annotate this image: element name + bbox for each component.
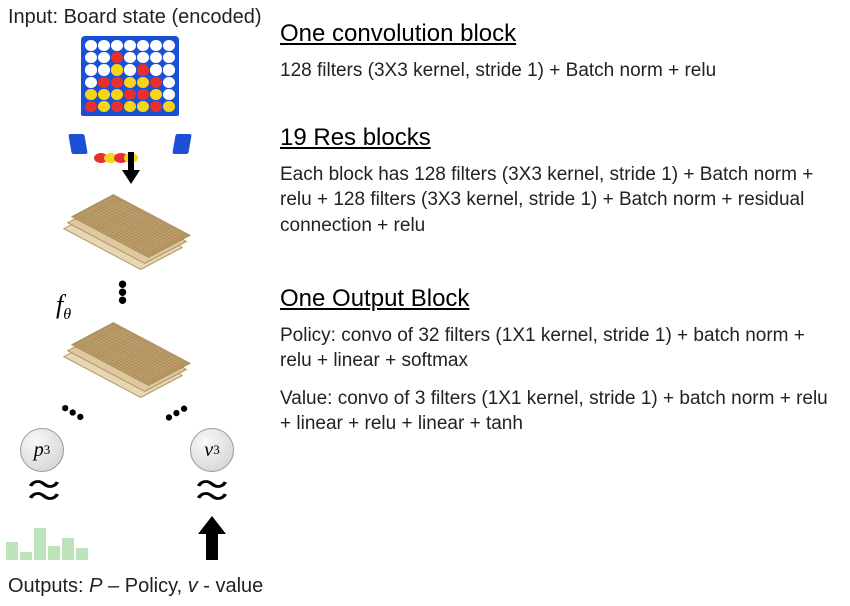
empty-slot <box>163 89 175 100</box>
empty-slot <box>124 40 136 51</box>
empty-slot <box>111 40 123 51</box>
red-chip <box>111 77 123 88</box>
empty-slot <box>163 64 175 75</box>
empty-slot <box>163 40 175 51</box>
connect-four-grid <box>81 36 179 116</box>
hist-bar <box>20 552 32 560</box>
empty-slot <box>137 40 149 51</box>
hist-bar <box>34 528 46 560</box>
conv-block-section: One convolution block 128 filters (3X3 k… <box>280 20 835 84</box>
board-leg <box>172 134 192 154</box>
output-block-section: One Output Block Policy: convo of 32 fil… <box>280 285 835 438</box>
yellow-chip <box>137 77 149 88</box>
yellow-chip <box>111 89 123 100</box>
empty-slot <box>124 52 136 63</box>
architecture-diagram: Input: Board state (encoded) fθ ••• <box>0 0 850 606</box>
yellow-chip <box>150 89 162 100</box>
wavy-icon: 〜〜 <box>28 480 59 504</box>
histogram-icon <box>6 520 88 560</box>
policy-node: p3 <box>20 428 64 472</box>
value-node: v3 <box>190 428 234 472</box>
red-chip <box>150 77 162 88</box>
empty-slot <box>98 64 110 75</box>
empty-slot <box>85 64 97 75</box>
red-chip <box>137 89 149 100</box>
empty-slot <box>85 40 97 51</box>
res-block-section: 19 Res blocks Each block has 128 filters… <box>280 124 835 239</box>
output-value-desc: Value: convo of 3 filters (1X1 kernel, s… <box>280 386 835 437</box>
wavy-icon: 〜〜 <box>196 480 227 504</box>
empty-slot <box>163 52 175 63</box>
empty-slot <box>150 64 162 75</box>
layer-stack-top <box>60 192 200 282</box>
empty-slot <box>85 52 97 63</box>
red-chip <box>137 64 149 75</box>
empty-slot <box>124 64 136 75</box>
empty-slot <box>137 52 149 63</box>
hist-bar <box>76 548 88 560</box>
connect-four-icon <box>60 36 200 146</box>
input-label: Input: Board state (encoded) <box>8 6 262 29</box>
empty-slot <box>98 52 110 63</box>
red-chip <box>111 101 123 112</box>
output-label: Outputs: P – Policy, v - value <box>8 575 263 598</box>
output-block-title: One Output Block <box>280 285 835 313</box>
red-chip <box>111 52 123 63</box>
hist-bar <box>6 542 18 560</box>
yellow-chip <box>163 101 175 112</box>
empty-slot <box>98 40 110 51</box>
empty-slot <box>85 77 97 88</box>
yellow-chip <box>124 101 136 112</box>
vertical-dots-icon: ••• <box>118 280 129 304</box>
res-block-desc: Each block has 128 filters (3X3 kernel, … <box>280 162 835 239</box>
res-block-title: 19 Res blocks <box>280 124 835 152</box>
board-leg <box>68 134 88 154</box>
output-policy-desc: Policy: convo of 32 filters (1X1 kernel,… <box>280 323 835 374</box>
diagram-left-column: Input: Board state (encoded) fθ ••• <box>0 0 270 606</box>
hist-bar <box>62 538 74 560</box>
empty-slot <box>163 77 175 88</box>
yellow-chip <box>111 64 123 75</box>
yellow-chip <box>137 101 149 112</box>
conv-block-desc: 128 filters (3X3 kernel, stride 1) + Bat… <box>280 58 835 84</box>
hist-bar <box>48 546 60 560</box>
description-right-column: One convolution block 128 filters (3X3 k… <box>280 20 835 467</box>
empty-slot <box>150 40 162 51</box>
empty-slot <box>150 52 162 63</box>
yellow-chip <box>124 77 136 88</box>
yellow-chip <box>98 101 110 112</box>
yellow-chip <box>85 89 97 100</box>
red-chip <box>124 89 136 100</box>
red-chip <box>150 101 162 112</box>
red-chip <box>98 77 110 88</box>
red-chip <box>85 101 97 112</box>
yellow-chip <box>98 89 110 100</box>
conv-block-title: One convolution block <box>280 20 835 48</box>
